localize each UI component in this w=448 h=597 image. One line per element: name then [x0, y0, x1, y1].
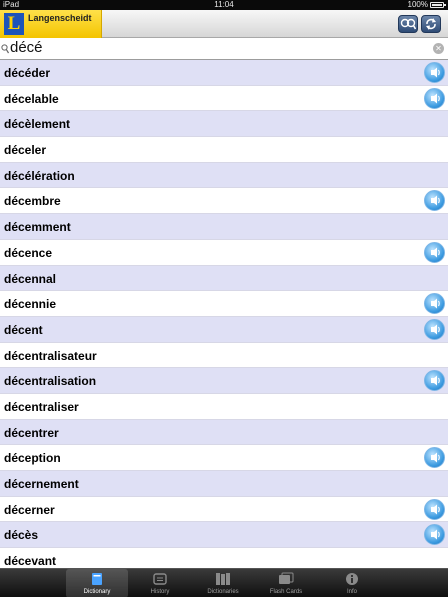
- list-item[interactable]: décevant: [0, 548, 448, 568]
- battery-status: 100%: [407, 0, 446, 10]
- history-icon: [151, 572, 169, 586]
- list-item[interactable]: décent: [0, 316, 448, 343]
- list-item[interactable]: décentralisation: [0, 368, 448, 394]
- list-item[interactable]: déceler: [0, 137, 448, 163]
- entry-word: décentralisation: [4, 374, 97, 389]
- list-item[interactable]: décernement: [0, 471, 448, 497]
- list-item[interactable]: décentralisateur: [0, 343, 448, 369]
- search-input[interactable]: décé: [10, 39, 43, 57]
- list-item[interactable]: décentraliser: [0, 394, 448, 420]
- tab-flash-cards[interactable]: Flash Cards: [255, 569, 317, 597]
- entry-word: décélération: [4, 168, 75, 183]
- status-time: 11:04: [214, 0, 234, 9]
- speaker-icon[interactable]: [424, 62, 445, 83]
- battery-icon: [430, 2, 446, 8]
- battery-percent: 100%: [407, 0, 428, 9]
- langenscheidt-logo: L Langenscheidt: [0, 10, 102, 38]
- tab-dictionary[interactable]: Dictionary: [66, 569, 128, 597]
- info-icon: [343, 572, 361, 586]
- tab-history[interactable]: History: [129, 569, 191, 597]
- list-item[interactable]: décennie: [0, 291, 448, 317]
- entry-word: décennal: [4, 271, 57, 286]
- tab-dictionaries[interactable]: Dictionaries: [192, 569, 254, 597]
- list-item[interactable]: décerner: [0, 497, 448, 523]
- dictionaries-icon: [214, 572, 232, 586]
- list-item[interactable]: décès: [0, 522, 448, 549]
- list-item[interactable]: décélération: [0, 162, 448, 189]
- speaker-icon[interactable]: [424, 370, 445, 392]
- tab-label: Dictionary: [83, 589, 111, 595]
- list-item[interactable]: décembre: [0, 188, 448, 215]
- entry-word: décèlement: [4, 117, 71, 132]
- search-mode-button[interactable]: [398, 15, 418, 33]
- entry-word: décernement: [4, 477, 79, 491]
- speaker-icon[interactable]: [424, 87, 445, 109]
- speaker-icon[interactable]: [424, 241, 445, 263]
- entry-word: déception: [4, 451, 61, 466]
- list-item[interactable]: décemment: [0, 214, 448, 240]
- speaker-icon[interactable]: [424, 498, 445, 520]
- status-bar: iPad 11:04 100%: [0, 0, 448, 10]
- entry-word: décentrer: [4, 425, 59, 440]
- entry-word: décembre: [4, 194, 61, 209]
- tab-info[interactable]: Info: [321, 569, 383, 597]
- speaker-icon[interactable]: [424, 447, 445, 469]
- entry-word: décent: [4, 322, 43, 337]
- logo-letter: L: [4, 13, 24, 35]
- list-item[interactable]: décéder: [0, 60, 448, 86]
- entry-word: décelable: [4, 91, 59, 106]
- speaker-icon[interactable]: [424, 293, 445, 315]
- list-item[interactable]: décennal: [0, 265, 448, 292]
- tab-label: Flash Cards: [269, 589, 303, 595]
- nav-bar: L Langenscheidt: [0, 10, 448, 38]
- entry-word: décentraliser: [4, 399, 79, 414]
- flash-cards-icon: [277, 572, 295, 586]
- swap-direction-button[interactable]: [421, 15, 441, 33]
- entry-word: décerner: [4, 502, 55, 517]
- tab-bar: Dictionary History Dictionaries Flash Cards…: [0, 568, 448, 597]
- list-item[interactable]: décentrer: [0, 419, 448, 446]
- tab-label: Dictionaries: [207, 589, 239, 595]
- entry-word: déceler: [4, 143, 47, 158]
- list-item[interactable]: décence: [0, 240, 448, 266]
- speaker-icon[interactable]: [424, 524, 445, 546]
- swap-arrows-icon: [426, 18, 436, 30]
- entry-word: décéder: [4, 66, 51, 80]
- speaker-icon[interactable]: [424, 190, 445, 212]
- magnifier-icon: [400, 18, 416, 30]
- entry-word: décentralisateur: [4, 348, 97, 363]
- search-icon: [1, 44, 9, 54]
- list-item[interactable]: décèlement: [0, 111, 448, 138]
- entry-word: décès: [4, 528, 39, 543]
- entry-word: décevant: [4, 554, 57, 568]
- entry-word: décennie: [4, 297, 57, 312]
- list-item[interactable]: déception: [0, 445, 448, 471]
- dictionary-icon: [88, 572, 106, 586]
- clear-search-icon[interactable]: ✕: [433, 43, 444, 54]
- entry-word: décemment: [4, 220, 71, 235]
- tab-label: History: [150, 589, 170, 595]
- entry-word: décence: [4, 245, 53, 260]
- speaker-icon[interactable]: [424, 318, 445, 340]
- search-bar[interactable]: décé ✕: [0, 38, 448, 60]
- entry-list[interactable]: décéder décelable décèlement déceler décélér…: [0, 60, 448, 568]
- tab-label: Info: [346, 589, 357, 595]
- brand-name: Langenscheidt: [28, 13, 92, 23]
- list-item[interactable]: décelable: [0, 86, 448, 112]
